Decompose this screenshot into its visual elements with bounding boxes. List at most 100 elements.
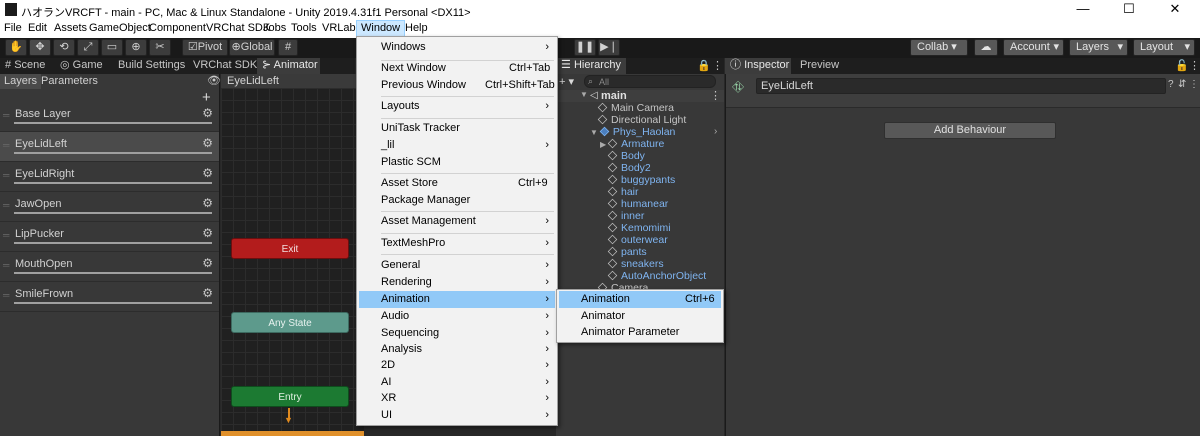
layers-dropdown[interactable]: Layers ▾ <box>1069 39 1128 56</box>
gear-icon[interactable]: ⚙ <box>202 256 213 270</box>
layer-row[interactable]: ═ JawOpen ⚙ <box>0 192 219 222</box>
gear-icon[interactable]: ⚙ <box>202 196 213 210</box>
menu-edit[interactable]: Edit <box>24 20 51 38</box>
hierarchy-item[interactable]: Kemomimi <box>607 222 671 234</box>
menu-item-audio[interactable]: Audio › <box>359 308 555 325</box>
collapse-arrow-icon[interactable]: ▶ <box>600 140 606 149</box>
menu-item-sequencing[interactable]: Sequencing › <box>359 325 555 342</box>
drag-handle-icon[interactable]: ═ <box>3 290 9 300</box>
default-state-node[interactable] <box>221 431 364 436</box>
hierarchy-item[interactable]: Body <box>607 150 645 162</box>
gear-icon[interactable]: ⚙ <box>202 106 213 120</box>
drag-handle-icon[interactable]: ═ <box>3 170 9 180</box>
pivot-toggle[interactable]: ☑Pivot <box>182 39 228 56</box>
menu-item-next-window[interactable]: Next Window Ctrl+Tab <box>359 60 555 77</box>
menu-jobs[interactable]: Jobs <box>259 20 290 38</box>
menu-tools[interactable]: Tools <box>287 20 321 38</box>
exit-state-node[interactable]: Exit <box>231 238 349 259</box>
account-dropdown[interactable]: Account ▾ <box>1003 39 1064 56</box>
menu-item-rendering[interactable]: Rendering › <box>359 274 555 291</box>
scene-row[interactable]: ▼ ◁ main ⋮ <box>556 90 724 102</box>
transform-tool-icon[interactable]: ⊕ <box>125 39 147 56</box>
more-options-icon[interactable]: ⋮ <box>1189 79 1199 90</box>
lock-icon[interactable]: 🔓 <box>1175 59 1189 72</box>
menu-file[interactable]: File <box>0 20 26 38</box>
menu-item-package-manager[interactable]: Package Manager <box>359 192 555 209</box>
menu-item-layouts[interactable]: Layouts › <box>359 98 555 115</box>
menu-item-analysis[interactable]: Analysis › <box>359 341 555 358</box>
preset-icon[interactable]: ⇵ <box>1178 79 1186 90</box>
animator-graph[interactable]: Exit Any State Entry ▼ <box>221 88 364 436</box>
collab-dropdown[interactable]: Collab ▾ <box>910 39 968 56</box>
layer-row[interactable]: ═ EyeLidRight ⚙ <box>0 162 219 192</box>
hierarchy-item[interactable]: humanear <box>607 198 668 210</box>
help-icon[interactable]: ? <box>1168 79 1174 90</box>
layer-row[interactable]: ═ Base Layer ⚙ <box>0 102 219 132</box>
add-behaviour-button[interactable]: Add Behaviour <box>884 122 1056 139</box>
hierarchy-item[interactable]: Directional Light <box>597 114 686 126</box>
hierarchy-item[interactable]: ▼ Phys_Haolan <box>590 126 675 138</box>
tab-scene[interactable]: # Scene <box>0 58 50 74</box>
entry-state-node[interactable]: Entry <box>231 386 349 407</box>
layer-row[interactable]: ═ MouthOpen ⚙ <box>0 252 219 282</box>
menu-item-general[interactable]: General › <box>359 257 555 274</box>
menu-item-asset-management[interactable]: Asset Management › <box>359 213 555 230</box>
tab-game[interactable]: ◎ Game <box>55 58 108 74</box>
menu-item-ui[interactable]: UI › <box>359 407 555 424</box>
snap-grid-icon[interactable]: # <box>278 39 298 56</box>
hierarchy-item[interactable]: Main Camera <box>597 102 674 114</box>
maximize-button[interactable]: ☐ <box>1106 0 1152 20</box>
drag-handle-icon[interactable]: ═ <box>3 260 9 270</box>
tab-vrchat-sdk[interactable]: VRChat SDK <box>188 58 262 74</box>
menu-item-lil[interactable]: _lil › <box>359 137 555 154</box>
drag-handle-icon[interactable]: ═ <box>3 110 9 120</box>
layout-dropdown[interactable]: Layout ▾ <box>1133 39 1195 56</box>
hierarchy-item[interactable]: pants <box>607 246 647 258</box>
menu-item-previous-window[interactable]: Previous Window Ctrl+Shift+Tab <box>359 77 555 94</box>
layer-row[interactable]: ═ LipPucker ⚙ <box>0 222 219 252</box>
create-dropdown[interactable]: + ▾ <box>559 75 574 88</box>
custom-tool-icon[interactable]: ✂ <box>149 39 171 56</box>
rect-tool-icon[interactable]: ▭ <box>101 39 123 56</box>
tab-inspector[interactable]: ⓘ Inspector <box>725 58 791 74</box>
tab-build-settings[interactable]: Build Settings <box>113 58 190 74</box>
eye-icon[interactable]: 👁 <box>207 74 221 87</box>
breadcrumb-item[interactable]: EyeLidLeft <box>227 74 279 88</box>
more-options-icon[interactable]: ⋮ <box>710 90 721 102</box>
gear-icon[interactable]: ⚙ <box>202 166 213 180</box>
subtab-layers[interactable]: Layers <box>0 74 42 89</box>
gear-icon[interactable]: ⚙ <box>202 286 213 300</box>
chevron-right-icon[interactable]: › <box>714 126 717 137</box>
menu-item-windows[interactable]: Windows › <box>359 39 555 56</box>
hierarchy-search[interactable]: ⌕ All <box>584 75 716 88</box>
cloud-icon[interactable]: ☁ <box>974 39 998 56</box>
subtab-parameters[interactable]: Parameters <box>37 74 102 89</box>
lock-icon[interactable]: 🔒 <box>697 59 711 72</box>
submenu-item-animation[interactable]: Animation Ctrl+6 <box>559 291 721 308</box>
expand-arrow-icon[interactable]: ▼ <box>580 90 588 99</box>
global-toggle[interactable]: ⊕Global <box>229 39 275 56</box>
move-tool-icon[interactable]: ✥ <box>29 39 51 56</box>
hierarchy-item[interactable]: inner <box>607 210 644 222</box>
submenu-item-animator[interactable]: Animator <box>559 308 721 325</box>
menu-item-textmeshpro[interactable]: TextMeshPro › <box>359 235 555 252</box>
gear-icon[interactable]: ⚙ <box>202 136 213 150</box>
layer-row[interactable]: ═ SmileFrown ⚙ <box>0 282 219 312</box>
more-options-icon[interactable]: ⋮ <box>1189 59 1200 72</box>
tab-animator[interactable]: ⊱ Animator <box>257 58 320 74</box>
step-button-icon[interactable]: ▶❘ <box>598 39 620 56</box>
tab-hierarchy[interactable]: ☰ Hierarchy <box>556 58 626 74</box>
any-state-node[interactable]: Any State <box>231 312 349 333</box>
expand-arrow-icon[interactable]: ▼ <box>590 128 598 137</box>
pause-button-icon[interactable]: ❚❚ <box>574 39 596 56</box>
menu-item-ai[interactable]: AI › <box>359 374 555 391</box>
hierarchy-item[interactable]: AutoAnchorObject <box>607 270 706 282</box>
hand-tool-icon[interactable]: ✋ <box>5 39 27 56</box>
menu-item-animation[interactable]: Animation › <box>359 291 555 308</box>
menu-item-plastic-scm[interactable]: Plastic SCM <box>359 154 555 171</box>
drag-handle-icon[interactable]: ═ <box>3 140 9 150</box>
menu-item-xr[interactable]: XR › <box>359 390 555 407</box>
gear-icon[interactable]: ⚙ <box>202 226 213 240</box>
menu-item-unitask-tracker[interactable]: UniTask Tracker <box>359 120 555 137</box>
close-button[interactable]: ✕ <box>1152 0 1198 20</box>
